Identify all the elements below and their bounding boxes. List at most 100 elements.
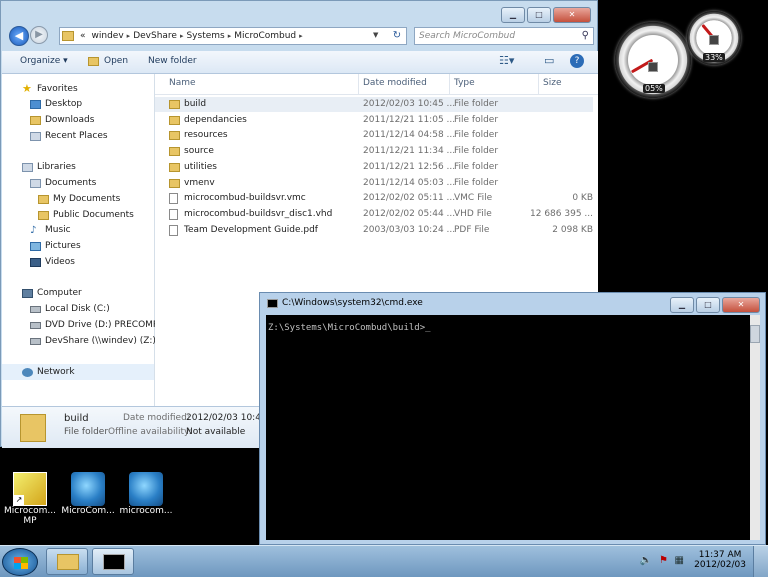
file-row[interactable]: build 2012/02/03 10:45 ... File folder <box>155 97 593 112</box>
breadcrumb-windev[interactable]: windev <box>89 31 127 41</box>
file-row[interactable]: dependancies 2011/12/21 11:05 ... File fol… <box>155 113 593 128</box>
nav-videos[interactable]: Videos <box>30 257 75 267</box>
file-name: dependancies <box>184 114 247 125</box>
clock-date: 2012/02/03 <box>694 560 746 570</box>
address-dropdown-icon[interactable]: ▼ <box>373 31 378 39</box>
nav-public-documents-label: Public Documents <box>53 210 134 220</box>
maximize-button[interactable]: □ <box>527 7 551 23</box>
desktop-icon-label: microcom... <box>119 506 173 516</box>
nav-videos-label: Videos <box>45 257 75 267</box>
minimize-button[interactable]: ▁ <box>670 297 694 313</box>
nav-desktop[interactable]: Desktop <box>30 99 82 109</box>
folder-icon <box>169 178 180 188</box>
nav-local-disk[interactable]: Local Disk (C:) <box>30 304 110 314</box>
file-row[interactable]: Team Development Guide.pdf 2003/03/03 10:… <box>155 223 593 238</box>
clock[interactable]: 11:37 AM 2012/02/03 <box>694 550 746 570</box>
start-button[interactable] <box>2 548 38 576</box>
column-name[interactable]: Name <box>169 78 196 88</box>
file-name: build <box>184 99 207 109</box>
nav-favorites[interactable]: ★ Favorites <box>22 83 78 94</box>
taskbar-cmd-button[interactable] <box>92 548 134 575</box>
folder-icon <box>169 100 180 109</box>
file-row[interactable]: source 2011/12/21 11:34 ... File folder <box>155 144 593 159</box>
open-button[interactable]: Open <box>104 56 128 66</box>
file-type: File folder <box>454 114 499 125</box>
folder-icon <box>38 194 49 204</box>
taskbar-explorer-button[interactable] <box>46 548 88 575</box>
nav-libraries-label: Libraries <box>37 162 76 172</box>
organize-button[interactable]: Organize ▾ <box>20 56 68 66</box>
file-row[interactable]: resources 2011/12/14 04:58 ... File folder <box>155 128 593 143</box>
breadcrumb-devshare[interactable]: DevShare <box>130 31 180 41</box>
nav-music[interactable]: ♪ Music <box>30 225 71 235</box>
column-divider[interactable] <box>538 74 539 94</box>
file-row[interactable]: utilities 2011/12/21 12:56 ... File folder <box>155 160 593 175</box>
scrollbar-thumb[interactable] <box>750 325 760 343</box>
cpu-meter-gadget[interactable]: 05% <box>615 22 691 98</box>
search-icon[interactable]: ⚲ <box>582 30 589 41</box>
file-row[interactable]: vmenv 2011/12/14 05:03 ... File folder <box>155 176 593 191</box>
details-name: build <box>64 413 89 424</box>
column-divider[interactable] <box>358 74 359 94</box>
network-drive-icon <box>30 337 41 345</box>
vertical-scrollbar[interactable] <box>750 315 760 540</box>
file-row[interactable]: microcombud-buildsvr_disc1.vhd 2012/02/02… <box>155 207 593 222</box>
maximize-button[interactable]: □ <box>696 297 720 313</box>
view-options-icon[interactable]: ☷▾ <box>499 54 514 67</box>
nav-pictures[interactable]: Pictures <box>30 241 81 251</box>
nav-local-disk-label: Local Disk (C:) <box>45 304 110 314</box>
desktop-icon-microcom-mp[interactable]: ↗ Microcom... MP <box>0 472 60 526</box>
close-button[interactable]: ✕ <box>722 297 760 313</box>
nav-music-label: Music <box>45 225 71 235</box>
nav-my-documents[interactable]: My Documents <box>38 194 120 204</box>
file-icon <box>169 208 178 220</box>
address-bar[interactable]: « windev ▸ DevShare ▸ Systems ▸ MicroCom… <box>59 27 407 45</box>
breadcrumb-overflow[interactable]: « <box>77 31 89 41</box>
search-input[interactable]: Search MicroCombud <box>414 27 594 45</box>
nav-documents[interactable]: Documents <box>30 178 96 188</box>
column-divider[interactable] <box>449 74 450 94</box>
file-type: VMC File <box>454 193 493 204</box>
nav-desktop-label: Desktop <box>45 99 83 109</box>
nav-network[interactable]: Network <box>22 367 75 377</box>
back-button[interactable]: ◀ <box>9 26 29 46</box>
show-desktop-button[interactable] <box>753 546 768 577</box>
help-icon[interactable]: ? <box>570 54 584 68</box>
memory-meter-gadget[interactable]: 33% <box>687 11 741 65</box>
nav-devshare[interactable]: DevShare (\\windev) (Z:) <box>30 336 156 346</box>
map-app-icon: ↗ <box>13 472 47 506</box>
console-icon <box>267 299 278 308</box>
breadcrumb-separator-icon[interactable]: ▸ <box>299 32 303 40</box>
volume-icon[interactable]: 🔈 <box>640 555 652 566</box>
nav-recent-places[interactable]: Recent Places <box>30 131 108 141</box>
nav-dvd-drive[interactable]: DVD Drive (D:) PRECOMPAQ <box>30 320 171 330</box>
nav-computer[interactable]: Computer <box>22 288 82 298</box>
command-bar: Organize ▾ Open New folder ☷▾ ▭ ? <box>2 51 598 74</box>
breadcrumb-microcombud[interactable]: MicroCombud <box>231 31 299 41</box>
refresh-icon[interactable]: ↻ <box>389 28 405 44</box>
nav-libraries[interactable]: Libraries <box>22 162 76 172</box>
minimize-button[interactable]: ▁ <box>501 7 525 23</box>
forward-button[interactable]: ▶ <box>30 26 48 44</box>
nav-pictures-label: Pictures <box>45 241 81 251</box>
breadcrumb-systems[interactable]: Systems <box>183 31 227 41</box>
close-button[interactable]: ✕ <box>553 7 591 23</box>
new-folder-button[interactable]: New folder <box>148 56 197 66</box>
file-type: PDF File <box>454 224 490 235</box>
column-type[interactable]: Type <box>454 78 475 88</box>
desktop-icon-microcom-2[interactable]: microcom... <box>116 472 176 516</box>
console-area[interactable]: Z:\Systems\MicroCombud\build>_ <box>266 315 750 540</box>
file-row[interactable]: microcombud-buildsvr.vmc 2012/02/02 05:11… <box>155 191 593 206</box>
pictures-icon <box>30 241 41 251</box>
desktop-icon-microcom[interactable]: MicroCom... <box>58 472 118 516</box>
preview-pane-icon[interactable]: ▭ <box>544 54 554 67</box>
network-status-icon[interactable]: ▦ <box>675 555 684 566</box>
details-date-label: Date modified: <box>123 413 190 423</box>
column-date-modified[interactable]: Date modified <box>363 78 427 88</box>
nav-downloads[interactable]: Downloads <box>30 115 94 125</box>
column-size[interactable]: Size <box>543 78 561 88</box>
action-center-icon[interactable]: ⚑ <box>659 555 668 566</box>
open-folder-icon <box>88 57 99 66</box>
file-date: 2003/03/03 10:24 ... <box>363 224 456 235</box>
nav-public-documents[interactable]: Public Documents <box>38 210 134 220</box>
